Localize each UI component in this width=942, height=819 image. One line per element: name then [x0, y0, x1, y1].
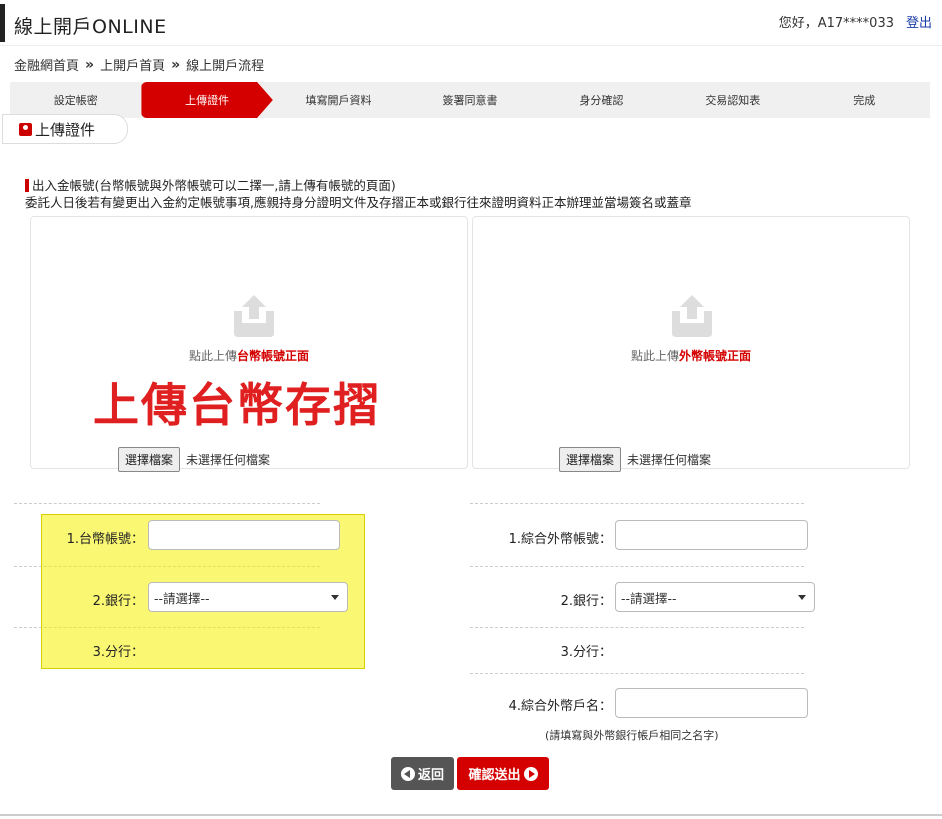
- divider: [470, 566, 804, 567]
- foreign-bank-selected: --請選擇--: [621, 590, 677, 606]
- notice-line-2: 委託人日後若有變更出入金約定帳號事項,應親持身分證明文件及存摺正本或銀行往來證明…: [25, 195, 692, 210]
- upload-tray-icon: [672, 295, 712, 337]
- account-notice: 出入金帳號(台幣帳號與外幣帳號可以二擇一,請上傳有帳號的頁面) 委託人日後若有變…: [25, 177, 691, 211]
- notice-line-1: 出入金帳號(台幣帳號與外幣帳號可以二擇一,請上傳有帳號的頁面): [32, 178, 396, 193]
- file-chooser: 選擇檔案 未選擇任何檔案: [118, 447, 270, 472]
- section-tab-upload: 上傳證件: [2, 114, 128, 144]
- chevron-down-icon: [331, 595, 339, 600]
- breadcrumb-home[interactable]: 金融網首頁: [14, 55, 79, 74]
- breadcrumb-separator: »: [171, 56, 181, 73]
- twd-account-input[interactable]: [148, 520, 340, 550]
- title-accent-bar: [0, 4, 5, 42]
- foreign-branch-label: 3.分行：: [560, 645, 612, 660]
- file-chooser: 選擇檔案 未選擇任何檔案: [559, 447, 711, 472]
- divider: [14, 503, 320, 504]
- step-complete: 完成: [853, 94, 876, 107]
- step-fill-info: 填寫開戶資料: [305, 94, 372, 107]
- upload-caption-highlight: 外幣帳號正面: [679, 349, 752, 363]
- breadcrumb-separator: »: [85, 56, 95, 73]
- upload-twd-passbook-label: 上傳台幣存摺: [93, 378, 381, 432]
- foreign-name-label: 4.綜合外幣戶名：: [508, 699, 612, 714]
- foreign-bank-label: 2.銀行：: [560, 594, 612, 609]
- breadcrumb: 金融網首頁 » 上開戶首頁 » 線上開戶流程: [14, 55, 265, 75]
- submit-button[interactable]: 確認送出: [457, 757, 549, 790]
- choose-file-button[interactable]: 選擇檔案: [118, 447, 181, 472]
- twd-branch-label: 3.分行：: [92, 645, 144, 660]
- notice-marker: [25, 179, 29, 192]
- step-progress-bar: 設定帳密 上傳證件 填寫開戶資料 簽署同意書 身分確認 交易認知表 完成: [10, 82, 930, 118]
- step-upload-docs: 上傳證件: [141, 82, 273, 118]
- foreign-account-label: 1.綜合外幣帳號：: [508, 532, 612, 547]
- id-card-icon: [19, 122, 32, 136]
- app-title: 線上開戶ONLINE: [14, 16, 167, 38]
- twd-bank-selected: --請選擇--: [154, 590, 210, 606]
- upload-twd-passbook[interactable]: 點此上傳台幣帳號正面 上傳台幣存摺 選擇檔案 未選擇任何檔案: [30, 216, 468, 472]
- step-sign-agreement: 簽署同意書: [442, 94, 498, 107]
- twd-bank-label: 2.銀行：: [92, 594, 144, 609]
- logout-link[interactable]: 登出: [906, 12, 932, 31]
- foreign-name-input[interactable]: [615, 688, 808, 718]
- upload-foreign-account[interactable]: 點此上傳外幣帳號正面 選擇檔案 未選擇任何檔案: [472, 216, 910, 472]
- user-greeting: 您好，A17****033: [778, 16, 894, 31]
- arrow-right-circle-icon: [523, 766, 538, 781]
- upload-caption: 點此上傳外幣帳號正面: [473, 347, 909, 364]
- breadcrumb-account-home[interactable]: 上開戶首頁: [100, 55, 165, 74]
- upload-tray-icon: [234, 295, 274, 337]
- upload-caption: 點此上傳台幣帳號正面: [31, 347, 467, 364]
- twd-account-label: 1.台幣帳號：: [66, 532, 144, 547]
- file-status: 未選擇任何檔案: [186, 453, 271, 467]
- upload-caption-prefix: 點此上傳: [630, 349, 679, 363]
- step-identity-check: 身分確認: [579, 94, 624, 107]
- submit-button-label: 確認送出: [468, 768, 521, 783]
- breadcrumb-current: 線上開戶流程: [186, 59, 265, 74]
- foreign-account-input[interactable]: [615, 520, 808, 550]
- foreign-bank-select[interactable]: --請選擇--: [615, 582, 815, 612]
- choose-file-button[interactable]: 選擇檔案: [559, 447, 622, 472]
- arrow-left-circle-icon: [400, 766, 415, 781]
- step-trading-knowledge: 交易認知表: [705, 94, 761, 107]
- file-status: 未選擇任何檔案: [627, 453, 712, 467]
- section-tab-label: 上傳證件: [35, 120, 96, 139]
- top-bar: 線上開戶ONLINE 您好，A17****033 登出: [0, 0, 942, 46]
- upload-caption-prefix: 點此上傳: [188, 349, 237, 363]
- footer-divider: [0, 814, 942, 816]
- step-set-password: 設定帳密: [53, 94, 98, 107]
- upload-caption-highlight: 台幣帳號正面: [237, 349, 310, 363]
- twd-bank-select[interactable]: --請選擇--: [148, 582, 348, 612]
- divider: [470, 503, 804, 504]
- divider: [470, 673, 804, 674]
- chevron-down-icon: [798, 595, 806, 600]
- back-button[interactable]: 返回: [391, 757, 454, 790]
- back-button-label: 返回: [417, 768, 444, 783]
- foreign-name-note: (請填寫與外幣銀行帳戶相同之名字): [545, 729, 719, 742]
- divider: [470, 627, 804, 628]
